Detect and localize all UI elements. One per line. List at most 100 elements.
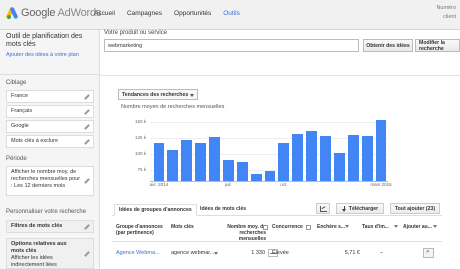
x-tick-label: juil.	[224, 182, 232, 187]
left-panel: Outil de planification des mots clés Ajo…	[0, 30, 100, 269]
pencil-icon	[84, 94, 90, 100]
chart-bar[interactable]	[375, 120, 387, 181]
tab-keyword-ideas[interactable]: Idées de mots clés	[196, 204, 250, 216]
col-ad-group[interactable]: Groupe d'annonces (par pertinence)	[116, 224, 166, 236]
tool-title: Outil de planification des mots clés	[6, 33, 83, 48]
keyword-filters-label: Filtres de mots clés	[11, 223, 63, 229]
targeting-language[interactable]: Français	[6, 105, 94, 118]
keyword-options-label: Options relatives aux mots clés	[11, 241, 67, 254]
download-icon	[341, 205, 347, 212]
logo-google-text: Google	[21, 7, 56, 19]
sort-icon[interactable]	[345, 225, 349, 228]
pencil-icon	[84, 109, 90, 115]
col-add-to-plan[interactable]: Ajouter au...	[403, 224, 433, 230]
trend-dropdown[interactable]: Tendances des recherches	[118, 89, 198, 100]
pencil-icon	[84, 139, 90, 145]
pencil-icon	[84, 178, 90, 184]
targeting-language-label: Français	[11, 108, 33, 114]
col-keywords[interactable]: Mots clés	[171, 224, 211, 230]
keyword-filters[interactable]: Filtres de mots clés	[6, 220, 94, 233]
chart-bar[interactable]	[181, 140, 193, 181]
nav-outils[interactable]: Outils	[223, 10, 240, 17]
row-competition: Élevée	[272, 250, 289, 256]
negative-keywords-label: Mots clés à exclure	[11, 138, 59, 144]
adwords-logo[interactable]: Google AdWords	[5, 6, 101, 20]
account-line-1: Numéro	[436, 5, 456, 11]
row-avg-searches: 1 330	[251, 250, 265, 256]
help-icon[interactable]	[263, 225, 268, 230]
chart-icon	[319, 205, 327, 212]
keyword-options[interactable]: Options relatives aux mots clés Afficher…	[6, 238, 94, 269]
row-ad-group-link[interactable]: Agence Webma...	[116, 250, 160, 256]
chart-bar[interactable]	[306, 131, 318, 181]
pencil-icon	[84, 124, 90, 130]
chart-bar[interactable]	[167, 149, 179, 181]
sort-icon[interactable]	[433, 225, 437, 228]
y-tick-label: 125 k	[134, 135, 146, 140]
y-tick-label: 100 k	[134, 151, 146, 156]
personnaliser-label: Personnaliser votre recherche	[6, 209, 87, 215]
chevron-down-icon[interactable]	[214, 252, 218, 255]
y-tick-label: 75 k	[137, 167, 146, 172]
chevron-down-icon	[190, 94, 194, 97]
download-label: Télécharger	[348, 205, 379, 212]
help-icon[interactable]	[306, 225, 311, 230]
section-divider	[100, 75, 460, 76]
get-ideas-button[interactable]: Obtenir des idées	[363, 39, 413, 52]
chart-bar[interactable]	[236, 162, 248, 181]
col-suggested-bid[interactable]: Enchère s...	[317, 224, 347, 230]
gridline	[150, 122, 388, 123]
targeting-location-label: France	[11, 93, 29, 99]
x-axis	[150, 181, 388, 182]
add-all-button[interactable]: Tout ajouter (23)	[390, 203, 440, 214]
chart-bar[interactable]	[292, 134, 304, 181]
date-range[interactable]: Afficher le nombre moy. de recherches me…	[6, 166, 94, 196]
x-tick-label: oct.	[280, 182, 288, 187]
negative-keywords[interactable]: Mots clés à exclure	[6, 135, 94, 148]
row-keywords: agence webmar...	[171, 250, 215, 256]
targeting-network-label: Google	[11, 123, 29, 129]
tab-ad-group-ideas[interactable]: Idées de groupes d'annonces	[114, 204, 197, 216]
account-line-2: client	[443, 14, 456, 20]
chart-bar[interactable]	[278, 142, 290, 181]
nav-campagnes[interactable]: Campagnes	[127, 10, 162, 17]
periode-label: Période	[6, 156, 27, 162]
account-info[interactable]: Numéro client	[436, 4, 456, 22]
row-impression-share: –	[380, 250, 384, 256]
download-button[interactable]: Télécharger	[336, 203, 384, 214]
col-competition[interactable]: Concurrence	[272, 224, 310, 230]
nav-accueil[interactable]: Accueil	[94, 10, 115, 17]
product-service-input[interactable]: webmarketing	[104, 39, 359, 52]
nav-opportunites[interactable]: Opportunités	[174, 10, 211, 17]
row-suggested-bid: 5,71 €	[344, 250, 360, 256]
sidebar-divider	[0, 74, 100, 75]
date-range-text: Afficher le nombre moy. de recherches me…	[11, 169, 81, 189]
adwords-logo-icon	[5, 6, 19, 20]
chart-bar[interactable]	[195, 142, 206, 181]
targeting-network[interactable]: Google	[6, 120, 94, 133]
modify-search-button[interactable]: Modifier la recherche	[415, 39, 460, 52]
chart-toggle-button[interactable]	[316, 203, 330, 214]
chart-title: Nombre moyen de recherches mensuelles	[121, 104, 225, 110]
chart-bar[interactable]	[153, 142, 165, 181]
chart-bar[interactable]	[264, 170, 276, 181]
chart-bar[interactable]	[209, 136, 220, 181]
chart-bar[interactable]	[347, 134, 359, 181]
chart-bar[interactable]	[361, 136, 373, 181]
sort-icon[interactable]	[394, 225, 398, 228]
col-avg-searches[interactable]: Nombre moy. de recherches mensuelles	[218, 224, 266, 242]
add-to-plan-button[interactable]	[423, 248, 434, 258]
main-nav: Accueil Campagnes Opportunités Outils	[94, 10, 240, 17]
pencil-icon	[84, 224, 90, 230]
chart-bar[interactable]	[333, 153, 345, 181]
col-impression-share[interactable]: Taux d'im...	[362, 224, 392, 230]
pencil-icon	[84, 251, 90, 257]
chart-bar[interactable]	[222, 160, 234, 181]
product-service-label: Votre produit ou service	[104, 30, 168, 36]
trend-dropdown-label: Tendances des recherches	[122, 92, 189, 98]
keyword-options-text: Afficher les idées indirectement liées	[11, 255, 57, 268]
y-tick-label: 150 k	[134, 119, 146, 124]
chart-bar[interactable]	[320, 136, 331, 181]
chart-bar[interactable]	[250, 174, 262, 181]
targeting-location[interactable]: France	[6, 90, 94, 103]
